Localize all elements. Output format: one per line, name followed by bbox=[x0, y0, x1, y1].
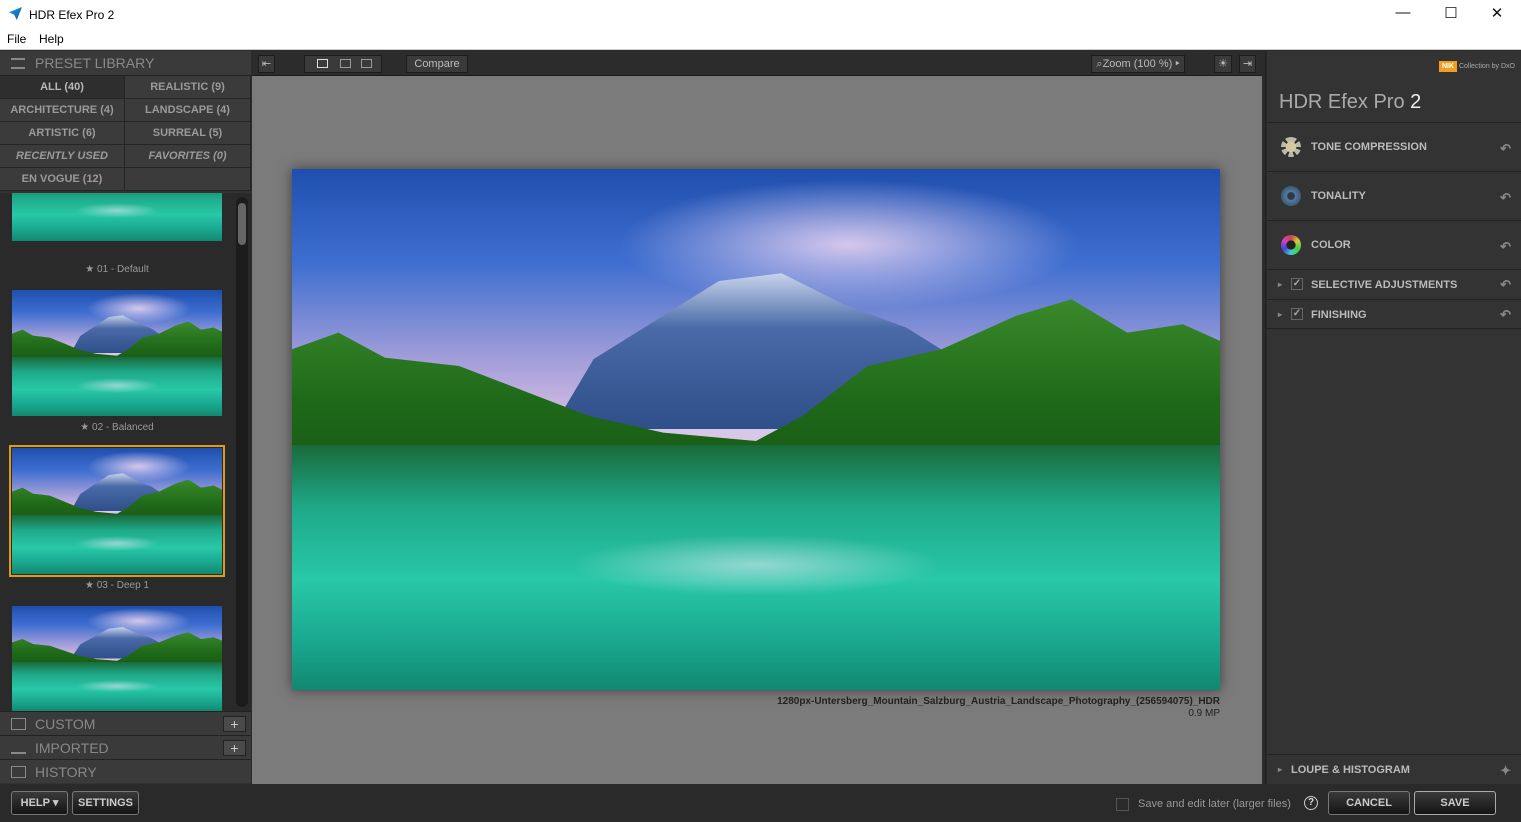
preset-thumbnail-balanced[interactable] bbox=[12, 290, 222, 416]
minimize-button[interactable]: — bbox=[1388, 4, 1418, 24]
expand-icon[interactable]: ▸ bbox=[1278, 765, 1282, 774]
category-landscape[interactable]: LANDSCAPE (4) bbox=[125, 99, 251, 122]
section-custom[interactable]: CUSTOM + bbox=[0, 711, 251, 735]
menu-bar: File Help bbox=[0, 28, 1521, 50]
section-label: LOUPE & HISTOGRAM bbox=[1291, 764, 1410, 776]
bottom-bar: HELP ▾ SETTINGS Save and edit later (lar… bbox=[0, 784, 1521, 822]
section-selective-adjustments[interactable]: ▸ ✓ SELECTIVE ADJUSTMENTS ↶ bbox=[1267, 269, 1521, 299]
category-architecture[interactable]: ARCHITECTURE (4) bbox=[0, 99, 125, 122]
close-button[interactable]: ✕ bbox=[1482, 4, 1512, 24]
add-imported-button[interactable]: + bbox=[223, 740, 246, 756]
preset-categories: ALL (40) REALISTIC (9) ARCHITECTURE (4) … bbox=[0, 76, 251, 191]
expand-icon[interactable]: ▸ bbox=[1278, 280, 1282, 289]
category-artistic[interactable]: ARTISTIC (6) bbox=[0, 122, 125, 145]
category-recently-used[interactable]: RECENTLY USED bbox=[0, 145, 125, 168]
app-title: HDR Efex Pro 2 bbox=[1279, 91, 1422, 113]
category-surreal[interactable]: SURREAL (5) bbox=[125, 122, 251, 145]
image-info: 1280px-Untersberg_Mountain_Salzburg_Aust… bbox=[777, 696, 1220, 720]
category-realistic[interactable]: REALISTIC (9) bbox=[125, 76, 251, 99]
category-empty bbox=[125, 168, 251, 191]
selective-adjustments-checkbox[interactable]: ✓ bbox=[1291, 278, 1303, 290]
reset-icon[interactable]: ↶ bbox=[1500, 277, 1511, 293]
expand-icon[interactable]: ▸ bbox=[1278, 310, 1282, 319]
preset-scrollbar[interactable] bbox=[236, 197, 248, 707]
filter-label: TONALITY bbox=[1311, 190, 1366, 202]
import-icon bbox=[11, 742, 26, 754]
preset-label: ★ 03 - Deep 1 bbox=[85, 580, 149, 591]
filter-color[interactable]: COLOR ↶ bbox=[1267, 220, 1521, 269]
reset-icon[interactable]: ↶ bbox=[1500, 239, 1511, 255]
image-filename: 1280px-Untersberg_Mountain_Salzburg_Aust… bbox=[777, 696, 1220, 707]
filter-tonality[interactable]: TONALITY ↶ bbox=[1267, 171, 1521, 220]
scrollbar-thumb[interactable] bbox=[238, 203, 246, 245]
cancel-button[interactable]: CANCEL bbox=[1328, 791, 1410, 815]
app-logo-icon bbox=[9, 7, 22, 20]
settings-button[interactable]: SETTINGS bbox=[72, 791, 139, 815]
reset-icon[interactable]: ↶ bbox=[1500, 141, 1511, 157]
maximize-button[interactable]: ☐ bbox=[1436, 4, 1466, 24]
view-mode-group bbox=[304, 55, 382, 73]
side-by-side-view-icon[interactable] bbox=[360, 59, 372, 68]
filter-label: TONE COMPRESSION bbox=[1311, 141, 1427, 153]
aperture-icon bbox=[1281, 186, 1301, 206]
finishing-checkbox[interactable]: ✓ bbox=[1291, 308, 1303, 320]
preset-label: ★ 01 - Default bbox=[85, 264, 149, 275]
nik-collection-logo: NIK Collection by DxO bbox=[1438, 61, 1515, 72]
preset-library-panel: PRESET LIBRARY ALL (40) REALISTIC (9) AR… bbox=[0, 51, 251, 784]
help-button[interactable]: HELP ▾ bbox=[11, 791, 68, 815]
hide-left-panel-icon[interactable]: ⇤ bbox=[258, 55, 275, 73]
section-label: HISTORY bbox=[35, 764, 97, 780]
save-button[interactable]: SAVE bbox=[1414, 791, 1496, 815]
section-label: SELECTIVE ADJUSTMENTS bbox=[1311, 279, 1458, 291]
reset-icon[interactable]: ↶ bbox=[1500, 190, 1511, 206]
help-icon[interactable]: ? bbox=[1304, 796, 1318, 810]
split-view-icon[interactable] bbox=[339, 59, 351, 68]
category-en-vogue[interactable]: EN VOGUE (12) bbox=[0, 168, 125, 191]
preview-image[interactable] bbox=[292, 169, 1220, 690]
add-custom-button[interactable]: + bbox=[223, 716, 246, 732]
image-size: 0.9 MP bbox=[1188, 708, 1220, 719]
history-icon bbox=[11, 766, 26, 778]
menu-file[interactable]: File bbox=[7, 32, 26, 46]
preset-thumbnail[interactable] bbox=[12, 606, 222, 711]
preset-thumbnail-default[interactable] bbox=[12, 193, 222, 241]
background-light-icon[interactable]: ☀ bbox=[1214, 55, 1232, 73]
category-favorites[interactable]: FAVORITES (0) bbox=[125, 145, 251, 168]
custom-presets-icon bbox=[11, 718, 26, 730]
list-icon bbox=[11, 58, 25, 69]
section-history[interactable]: HISTORY bbox=[0, 759, 251, 783]
section-label: FINISHING bbox=[1311, 309, 1367, 321]
compare-button[interactable]: Compare bbox=[406, 55, 468, 73]
preset-thumbnails: ★ 01 - Default ★ 02 - Balanced ★ 03 - De… bbox=[0, 193, 251, 711]
preset-library-header[interactable]: PRESET LIBRARY bbox=[0, 51, 251, 76]
filter-tone-compression[interactable]: TONE COMPRESSION ↶ bbox=[1267, 122, 1521, 171]
window-title: HDR Efex Pro 2 bbox=[29, 8, 115, 22]
zoom-label: Zoom (100 %) bbox=[1102, 58, 1173, 70]
zoom-dropdown[interactable]: ⌕Zoom (100 %) ▸ bbox=[1091, 55, 1185, 73]
category-all[interactable]: ALL (40) bbox=[0, 76, 125, 99]
filter-label: COLOR bbox=[1311, 239, 1351, 251]
section-label: IMPORTED bbox=[35, 740, 109, 756]
title-bar: HDR Efex Pro 2 — ☐ ✕ bbox=[0, 0, 1521, 28]
preset-label: ★ 02 - Balanced bbox=[80, 422, 154, 433]
preview-area: ⇤ Compare ⌕Zoom (100 %) ▸ ☀ ⇥ 1280px-Unt… bbox=[252, 51, 1262, 784]
menu-help[interactable]: Help bbox=[39, 32, 64, 46]
preset-library-title: PRESET LIBRARY bbox=[35, 55, 155, 71]
section-imported[interactable]: IMPORTED + bbox=[0, 735, 251, 759]
section-label: CUSTOM bbox=[35, 716, 96, 732]
section-loupe-histogram[interactable]: ▸ LOUPE & HISTOGRAM ✦ bbox=[1267, 754, 1521, 784]
pin-icon[interactable]: ✦ bbox=[1500, 763, 1511, 779]
section-finishing[interactable]: ▸ ✓ FINISHING ↶ bbox=[1267, 299, 1521, 329]
hide-right-panel-icon[interactable]: ⇥ bbox=[1239, 55, 1256, 73]
reset-icon[interactable]: ↶ bbox=[1500, 307, 1511, 323]
sun-icon bbox=[1281, 137, 1301, 157]
preset-thumbnail-deep-1[interactable] bbox=[9, 445, 225, 577]
preview-toolbar: ⇤ Compare ⌕Zoom (100 %) ▸ ☀ ⇥ bbox=[252, 51, 1262, 76]
save-edit-later-checkbox[interactable] bbox=[1116, 798, 1129, 811]
color-wheel-icon bbox=[1281, 235, 1301, 255]
single-view-icon[interactable] bbox=[316, 59, 328, 68]
save-edit-later-label: Save and edit later (larger files) bbox=[1138, 798, 1291, 810]
adjustments-panel: NIK Collection by DxO HDR Efex Pro 2 TON… bbox=[1265, 51, 1521, 784]
